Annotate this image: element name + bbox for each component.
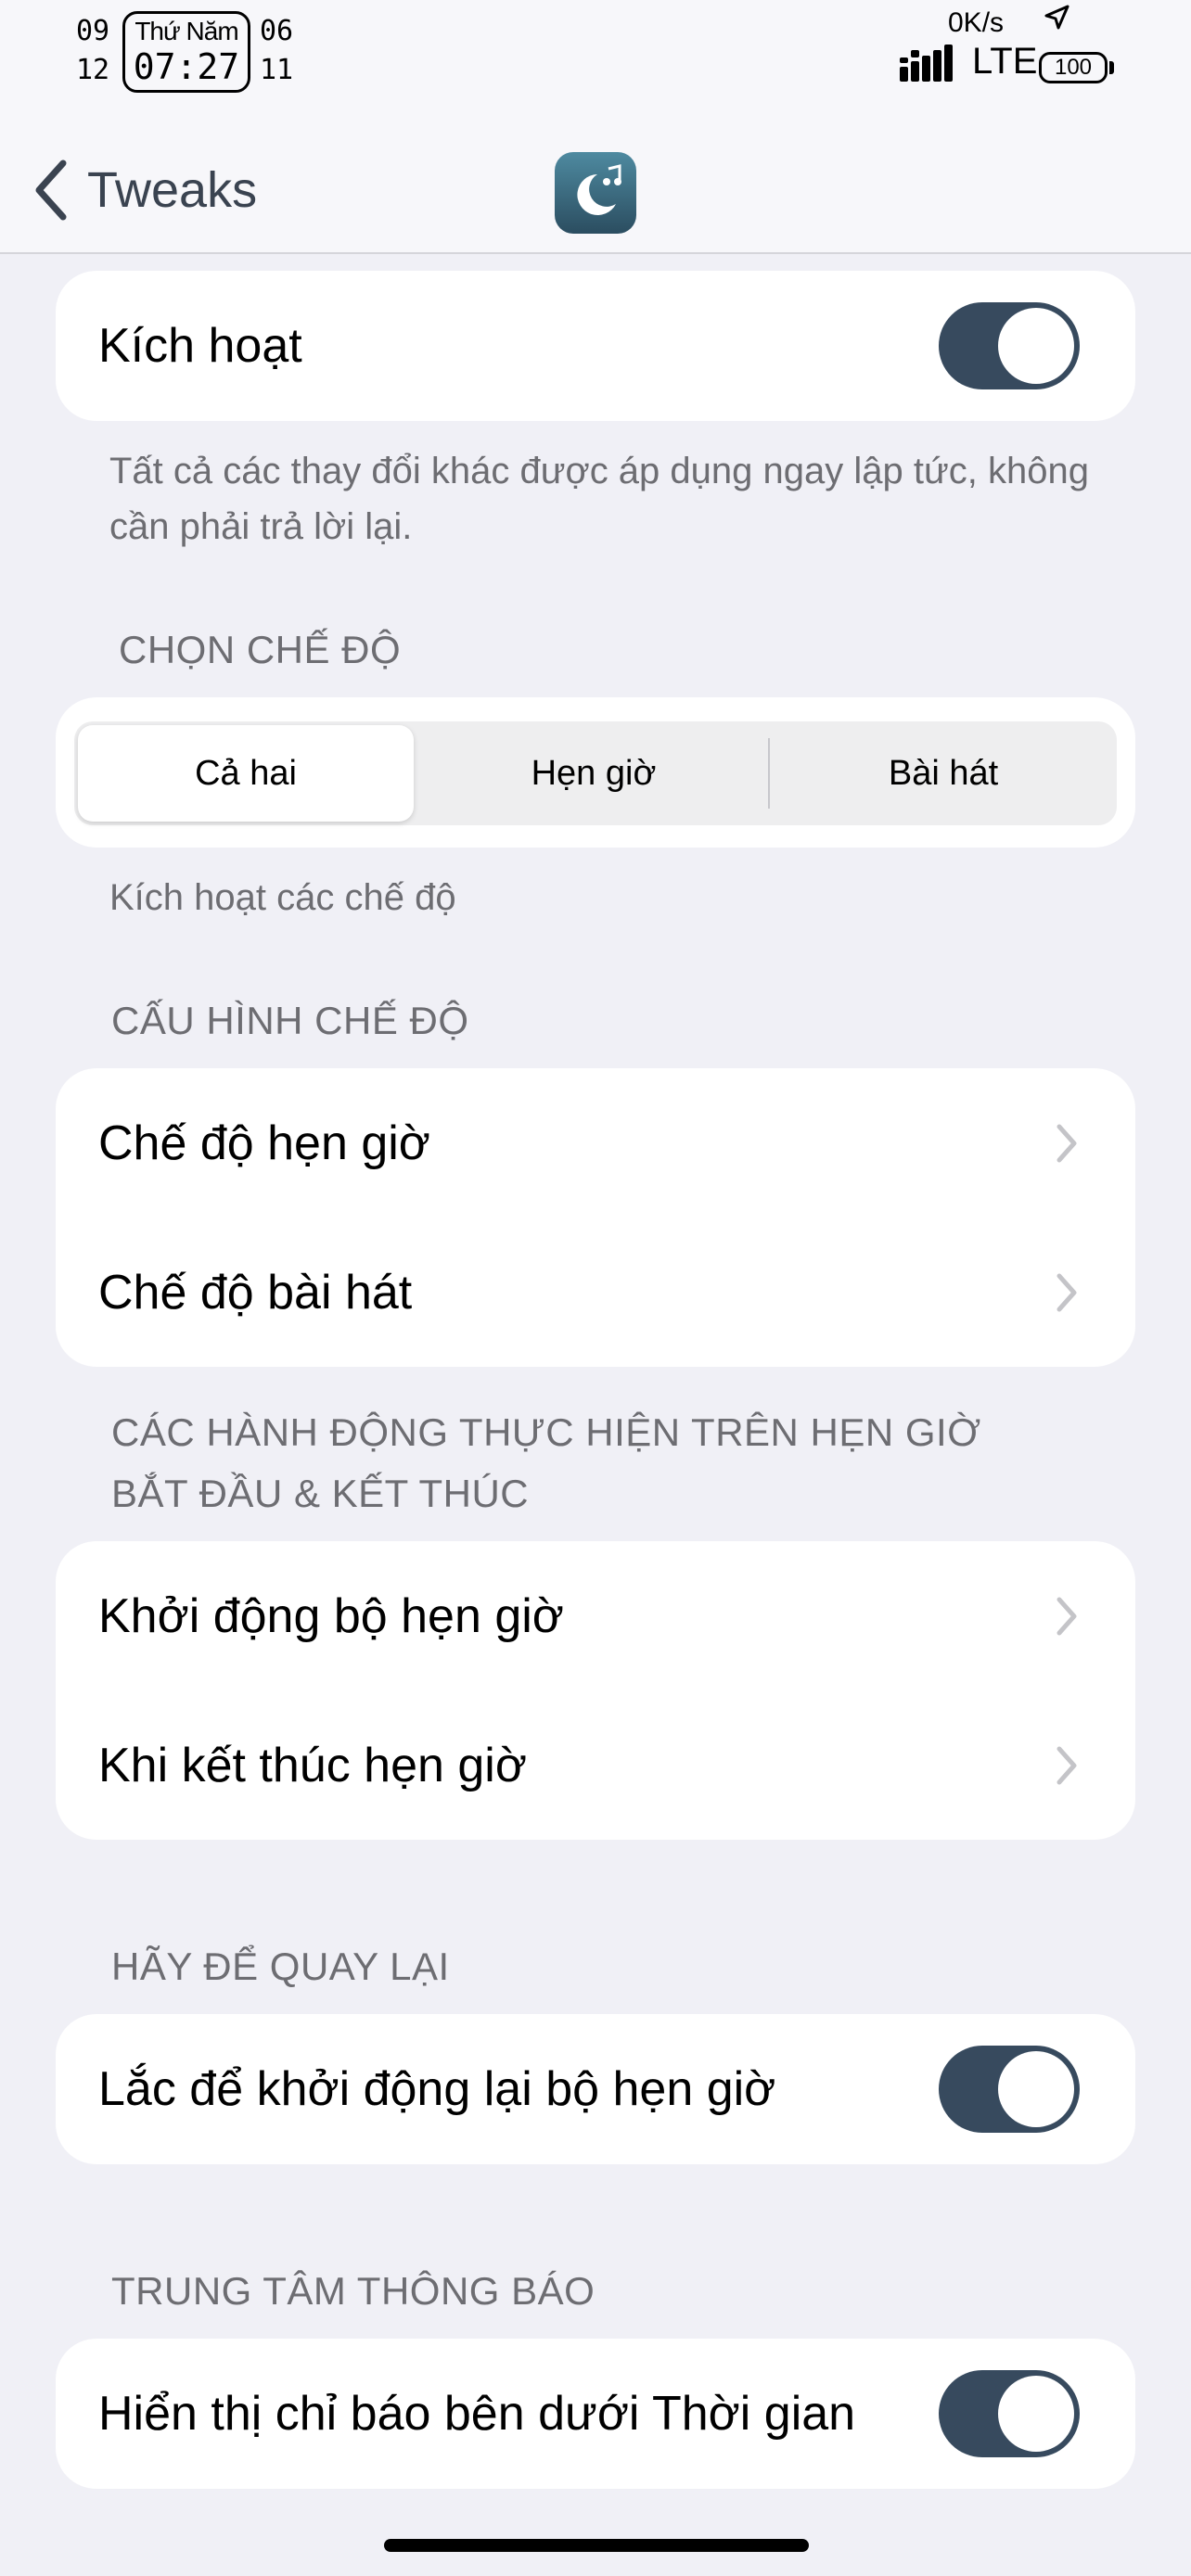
chevron-right-icon (1057, 1124, 1077, 1162)
toggle-knob (998, 2376, 1074, 2452)
back-label: Tweaks (87, 162, 258, 218)
config-item-label: Chế độ hẹn giờ (98, 1116, 430, 1170)
toggle-knob (998, 2051, 1074, 2127)
shake-row: Lắc để khởi động lại bộ hẹn giờ (98, 2014, 1135, 2164)
config-item-song[interactable]: Chế độ bài hát (98, 1218, 1135, 1367)
status-right-bottom: 11 (260, 54, 294, 86)
chevron-right-icon (1057, 1746, 1077, 1784)
home-indicator[interactable] (384, 2539, 809, 2552)
signal-icon (900, 45, 953, 82)
segment-both[interactable]: Cả hai (78, 725, 414, 822)
carrier-label: LTE (972, 41, 1038, 82)
chevron-right-icon (1057, 1597, 1077, 1635)
notification-row: Hiển thị chỉ báo bên dưới Thời gian (98, 2339, 1135, 2489)
mode-segmented-control: Cả hai Hẹn giờ Bài hát (74, 721, 1117, 825)
shake-section-header: HÃY ĐỂ QUAY LẠI (111, 1945, 450, 1988)
status-clock-box: Thứ Năm 07:27 (122, 11, 250, 93)
config-section-header: CẤU HÌNH CHẾ ĐỘ (111, 999, 469, 1042)
action-item-label: Khi kết thúc hẹn giờ (98, 1738, 527, 1792)
status-time: 07:27 (133, 46, 240, 87)
battery-icon: 100 (1039, 52, 1108, 83)
notification-card: Hiển thị chỉ báo bên dưới Thời gian (56, 2339, 1135, 2489)
action-item-label: Khởi động bộ hẹn giờ (98, 1588, 564, 1643)
location-arrow-icon (1043, 4, 1070, 39)
enable-row: Kích hoạt (98, 271, 1135, 421)
status-day: Thứ Năm (134, 17, 238, 45)
notification-label: Hiển thị chỉ báo bên dưới Thời gian (98, 2387, 856, 2441)
mode-footer: Kích hoạt các chế độ (109, 877, 456, 918)
enable-toggle[interactable] (939, 302, 1080, 389)
enable-label: Kích hoạt (98, 319, 302, 373)
battery-tip (1109, 61, 1114, 74)
segment-song[interactable]: Bài hát (770, 721, 1117, 825)
shake-toggle[interactable] (939, 2046, 1080, 2133)
segment-timer[interactable]: Hẹn giờ (419, 721, 768, 825)
moon-music-icon (555, 152, 636, 234)
shake-card: Lắc để khởi động lại bộ hẹn giờ (56, 2014, 1135, 2164)
status-bar: 09 12 Thứ Năm 07:27 06 11 0K/s LTE 100 (0, 0, 1191, 102)
status-left-top: 09 (76, 15, 110, 47)
back-button[interactable]: Tweaks (32, 158, 257, 223)
status-left-bottom: 12 (76, 54, 110, 86)
notification-section-header: TRUNG TÂM THÔNG BÁO (111, 2269, 596, 2313)
actions-section-header: CÁC HÀNH ĐỘNG THỰC HIỆN TRÊN HẸN GIỜ BẮT… (111, 1410, 981, 1515)
enable-footer: Tất cả các thay đổi khác được áp dụng ng… (109, 451, 1089, 547)
config-item-timer[interactable]: Chế độ hẹn giờ (98, 1068, 1135, 1218)
net-speed: 0K/s (948, 7, 1005, 38)
toggle-knob (998, 308, 1074, 384)
status-right-top: 06 (260, 15, 294, 47)
notification-toggle[interactable] (939, 2370, 1080, 2457)
config-item-label: Chế độ bài hát (98, 1265, 413, 1320)
action-item-end[interactable]: Khi kết thúc hẹn giờ (98, 1690, 1135, 1840)
mode-section-header: CHỌN CHẾ ĐỘ (119, 628, 402, 671)
actions-card: Khởi động bộ hẹn giờ Khi kết thúc hẹn gi… (56, 1541, 1135, 1840)
chevron-left-icon (35, 159, 67, 221)
shake-label: Lắc để khởi động lại bộ hẹn giờ (98, 2062, 776, 2116)
enable-card: Kích hoạt (56, 271, 1135, 421)
action-item-start[interactable]: Khởi động bộ hẹn giờ (98, 1541, 1135, 1690)
chevron-right-icon (1057, 1273, 1077, 1311)
config-card: Chế độ hẹn giờ Chế độ bài hát (56, 1068, 1135, 1367)
